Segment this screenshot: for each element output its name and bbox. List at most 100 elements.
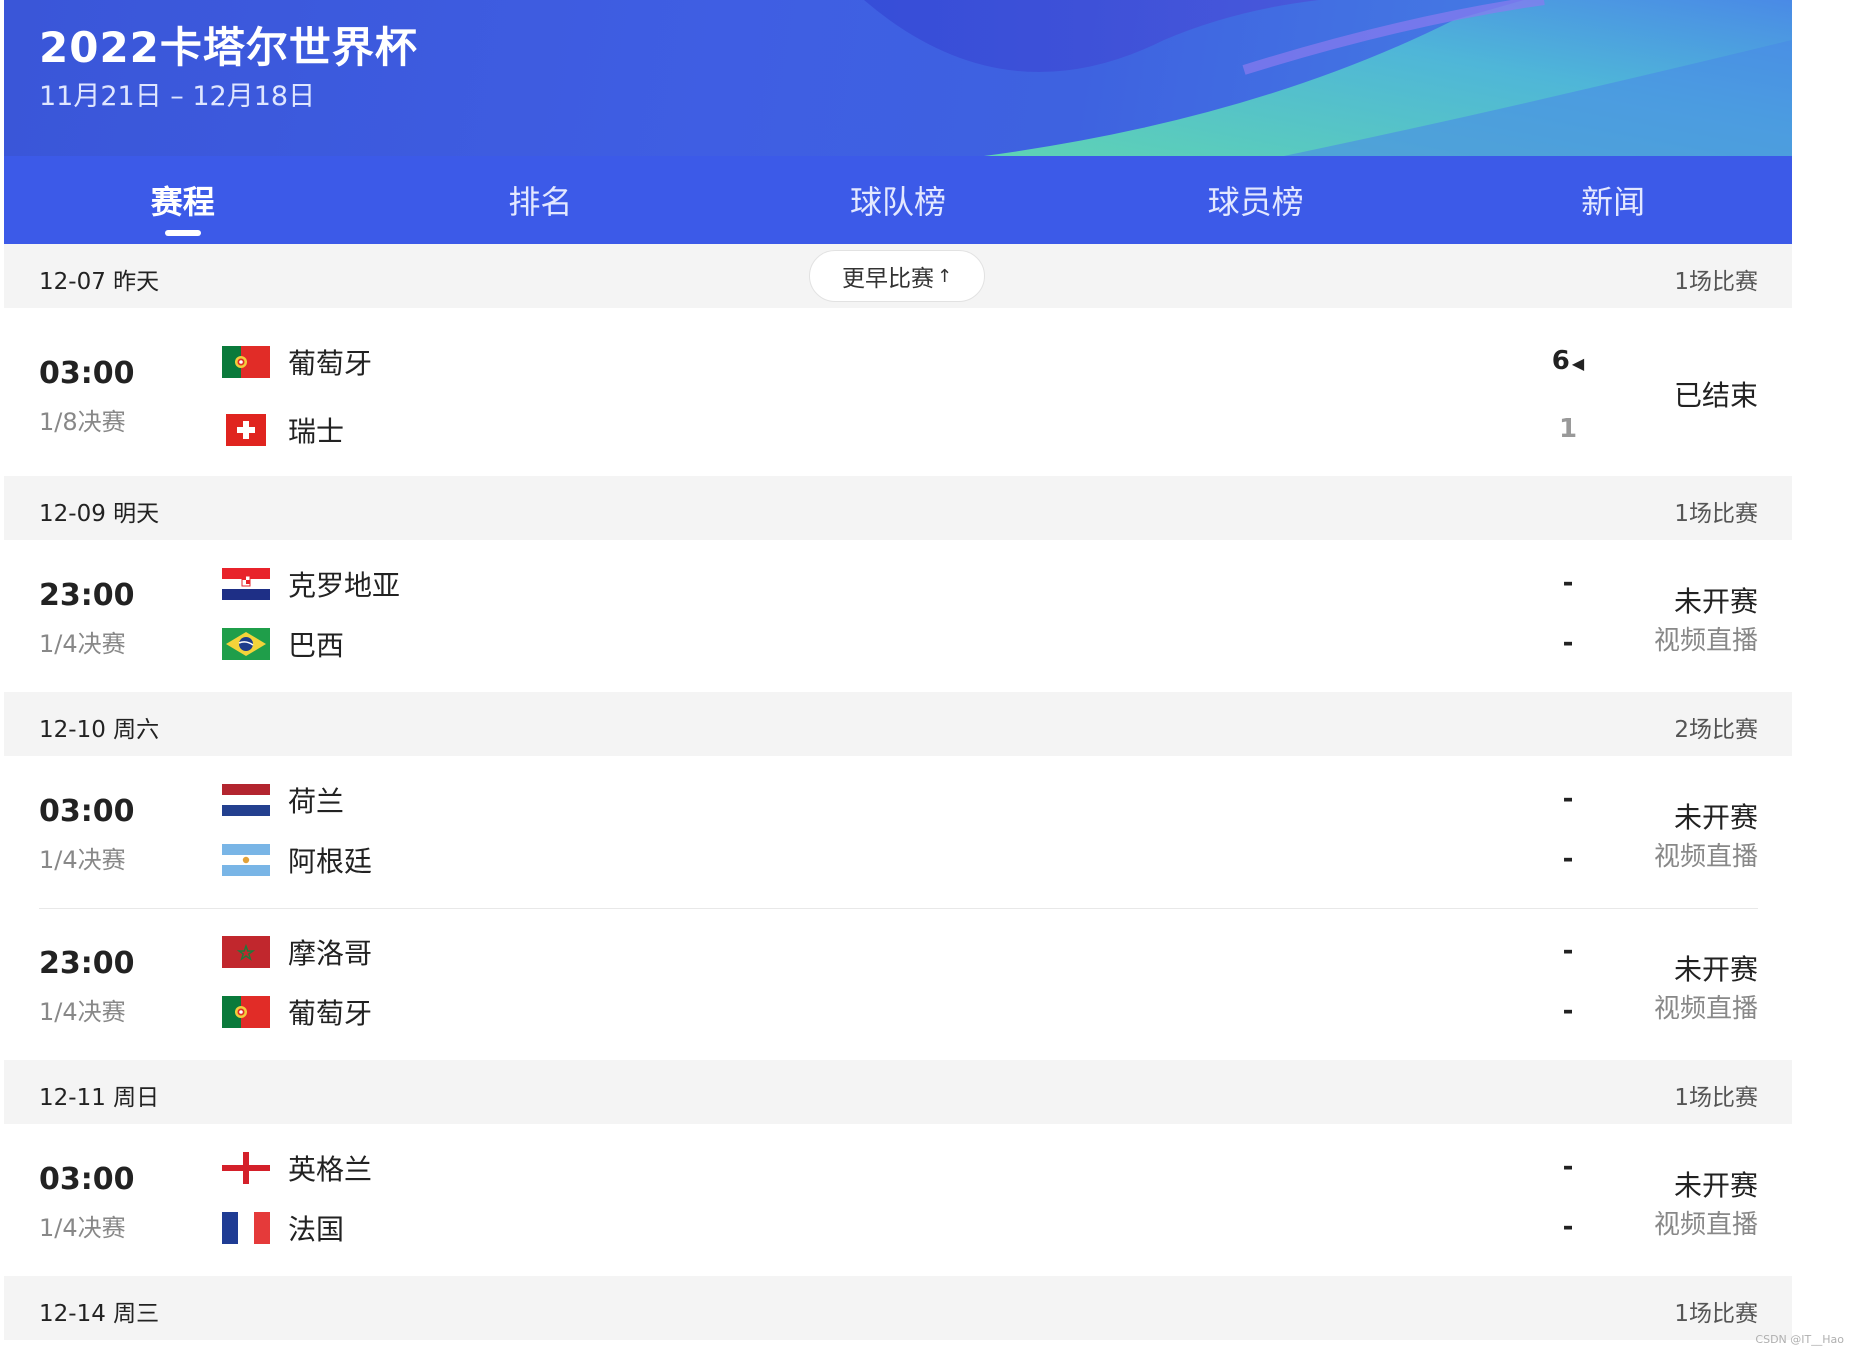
day-header: 12-14 周三 1场比赛	[4, 1276, 1792, 1340]
tab-label: 排名	[508, 183, 573, 221]
team-name: 瑞士	[288, 415, 345, 448]
match-count: 2场比赛	[1674, 717, 1758, 743]
match-stage: 1/8决赛	[39, 408, 126, 436]
tab-label: 新闻	[1581, 183, 1646, 221]
active-tab-indicator	[164, 230, 201, 236]
portugal-flag-icon	[222, 346, 270, 378]
team-name: 葡萄牙	[288, 347, 373, 380]
worldcup-panel: 2022卡塔尔世界杯 11月21日 – 12月18日 赛程 排名 球队榜 球员榜…	[4, 0, 1792, 1356]
match-row[interactable]: 23:00 1/4决赛 克罗地亚 巴西 - - 未开赛 视频直播	[4, 540, 1792, 692]
day-label: 12-11 周日	[39, 1085, 160, 1111]
tab-label: 赛程	[150, 183, 215, 221]
winner-arrow-icon: ◀	[1571, 354, 1585, 373]
home-score: 6 ◀	[1548, 346, 1588, 376]
tab-label: 球队榜	[849, 183, 946, 221]
england-flag-icon	[222, 1152, 270, 1184]
morocco-flag-icon	[222, 936, 270, 968]
match-row[interactable]: 03:00 1/8决赛 葡萄牙 瑞士 6 ◀ 1 已结束	[4, 308, 1792, 476]
portugal-flag-icon	[222, 996, 270, 1028]
match-row[interactable]: 23:00 1/4决赛 摩洛哥 葡萄牙 - - 未开赛 视频直播	[4, 908, 1792, 1060]
header-banner: 2022卡塔尔世界杯 11月21日 – 12月18日	[4, 0, 1792, 156]
croatia-flag-icon	[222, 568, 270, 600]
away-team[interactable]: 巴西	[222, 626, 344, 662]
home-team[interactable]: 英格兰	[222, 1150, 372, 1186]
away-team[interactable]: 葡萄牙	[222, 994, 372, 1030]
day-label: 12-10 周六	[39, 717, 160, 743]
arrow-up-icon: ↑	[936, 265, 953, 287]
away-score: 1	[1558, 414, 1578, 444]
match-time: 23:00	[39, 578, 135, 613]
switzerland-flag-icon	[226, 414, 266, 446]
away-team[interactable]: 阿根廷	[222, 842, 372, 878]
match-row[interactable]: 03:00 1/4决赛 荷兰 阿根廷 - - 未开赛 视频直播	[4, 756, 1792, 908]
match-status: 未开赛	[1673, 953, 1758, 986]
home-score: -	[1562, 784, 1574, 814]
score-value: 6	[1551, 346, 1570, 376]
schedule-list: 12-07 昨天 更早比赛 ↑ 1场比赛 03:00 1/8决赛 葡萄牙 瑞士 …	[4, 244, 1792, 1340]
day-label: 12-14 周三	[39, 1301, 160, 1327]
home-team[interactable]: 克罗地亚	[222, 566, 400, 602]
page-title: 2022卡塔尔世界杯	[39, 23, 418, 72]
match-count: 1场比赛	[1674, 501, 1758, 527]
home-team[interactable]: 摩洛哥	[222, 934, 372, 970]
match-stage: 1/4决赛	[39, 1214, 126, 1242]
earlier-matches-label: 更早比赛	[841, 266, 934, 292]
tab-rankings[interactable]: 排名	[362, 156, 720, 244]
team-name: 荷兰	[288, 785, 345, 818]
team-name: 葡萄牙	[288, 997, 373, 1030]
match-stage: 1/4决赛	[39, 846, 126, 874]
video-live-link[interactable]: 视频直播	[1654, 620, 1758, 657]
tab-player-stats[interactable]: 球员榜	[1077, 156, 1435, 244]
brazil-flag-icon	[222, 628, 270, 660]
home-team[interactable]: 荷兰	[222, 782, 344, 818]
tab-label: 球员榜	[1207, 183, 1304, 221]
day-header: 12-10 周六 2场比赛	[4, 692, 1792, 756]
match-time: 23:00	[39, 946, 135, 981]
day-header: 12-09 明天 1场比赛	[4, 476, 1792, 540]
main-tabs: 赛程 排名 球队榜 球员榜 新闻	[4, 156, 1792, 244]
day-header: 12-07 昨天 更早比赛 ↑ 1场比赛	[4, 244, 1792, 308]
tab-team-stats[interactable]: 球队榜	[719, 156, 1077, 244]
match-status: 未开赛	[1673, 801, 1758, 834]
match-time: 03:00	[39, 356, 135, 391]
match-stage: 1/4决赛	[39, 630, 126, 658]
team-name: 法国	[288, 1213, 345, 1246]
home-score: -	[1562, 936, 1574, 966]
home-team[interactable]: 葡萄牙	[222, 344, 372, 380]
day-label: 12-07 昨天	[39, 269, 160, 295]
tab-schedule[interactable]: 赛程	[4, 156, 362, 244]
tab-news[interactable]: 新闻	[1434, 156, 1792, 244]
match-count: 1场比赛	[1674, 1301, 1758, 1327]
team-name: 阿根廷	[288, 845, 373, 878]
away-score: -	[1562, 1212, 1574, 1242]
away-score: -	[1562, 996, 1574, 1026]
team-name: 克罗地亚	[288, 569, 401, 602]
netherlands-flag-icon	[222, 784, 270, 816]
video-live-link[interactable]: 视频直播	[1654, 1204, 1758, 1241]
match-row[interactable]: 03:00 1/4决赛 英格兰 法国 - - 未开赛 视频直播	[4, 1124, 1792, 1276]
argentina-flag-icon	[222, 844, 270, 876]
video-live-link[interactable]: 视频直播	[1654, 988, 1758, 1025]
match-status: 未开赛	[1673, 1169, 1758, 1202]
tournament-dates: 11月21日 – 12月18日	[39, 81, 316, 112]
home-score: -	[1562, 568, 1574, 598]
match-time: 03:00	[39, 1162, 135, 1197]
match-time: 03:00	[39, 794, 135, 829]
match-count: 1场比赛	[1674, 269, 1758, 295]
team-name: 巴西	[288, 629, 345, 662]
away-score: -	[1562, 628, 1574, 658]
team-name: 英格兰	[288, 1153, 373, 1186]
france-flag-icon	[222, 1212, 270, 1244]
match-count: 1场比赛	[1674, 1085, 1758, 1111]
away-team[interactable]: 瑞士	[222, 412, 344, 448]
day-header: 12-11 周日 1场比赛	[4, 1060, 1792, 1124]
earlier-matches-button[interactable]: 更早比赛 ↑	[809, 250, 985, 302]
match-stage: 1/4决赛	[39, 998, 126, 1026]
watermark: CSDN @IT__Hao	[1755, 1333, 1844, 1346]
home-score: -	[1562, 1152, 1574, 1182]
video-live-link[interactable]: 视频直播	[1654, 836, 1758, 873]
match-status: 未开赛	[1673, 585, 1758, 618]
match-status: 已结束	[1673, 379, 1758, 412]
away-team[interactable]: 法国	[222, 1210, 344, 1246]
day-label: 12-09 明天	[39, 501, 160, 527]
